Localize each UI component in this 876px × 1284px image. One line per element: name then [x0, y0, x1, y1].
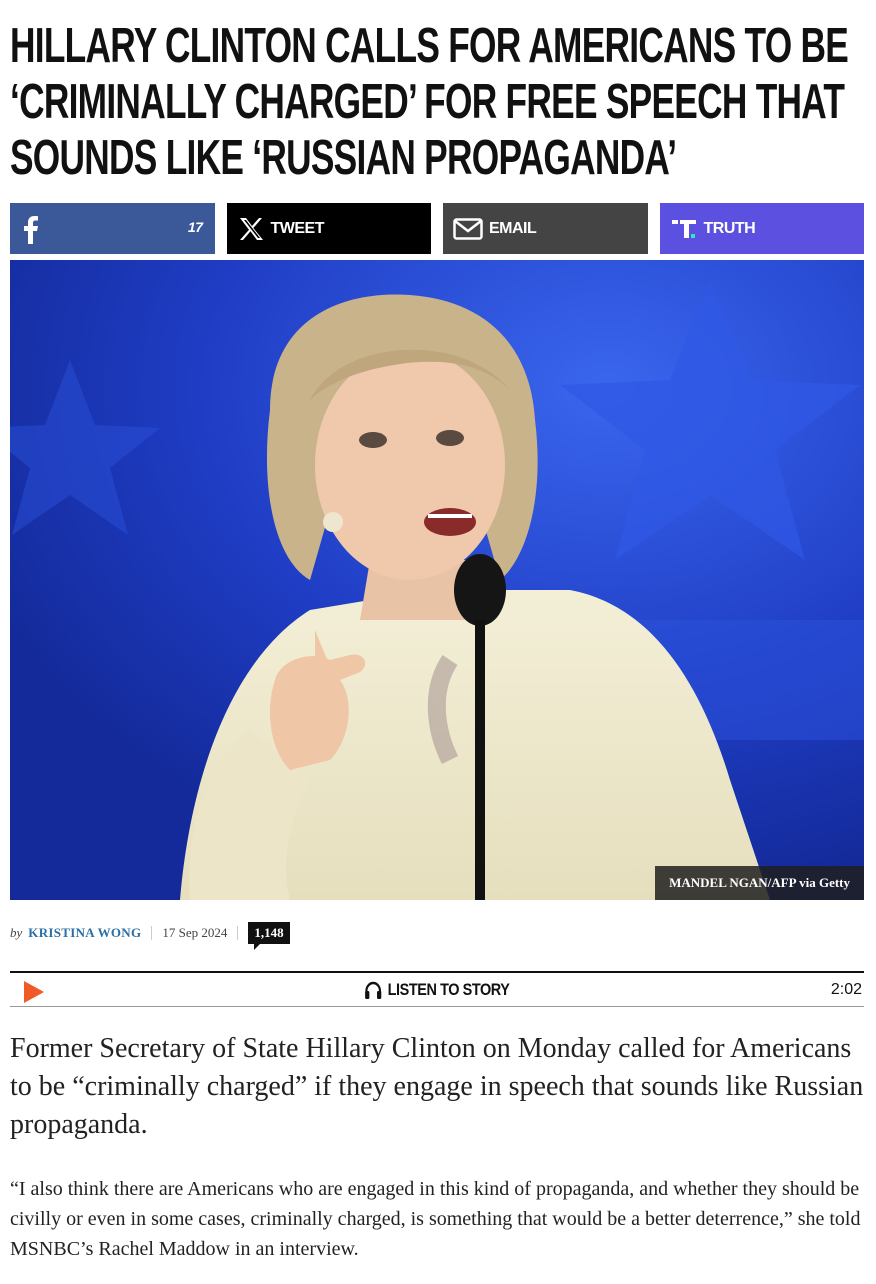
article-headline: HILLARY CLINTON CALLS FOR AMERICANS TO B… — [10, 19, 849, 185]
x-icon — [237, 215, 265, 243]
play-icon[interactable] — [24, 981, 44, 1003]
publish-date: 17 Sep 2024 — [162, 925, 228, 940]
facebook-icon — [20, 214, 40, 244]
listen-label: LISTEN TO STORY — [387, 979, 510, 999]
byline-prefix: by — [10, 925, 23, 940]
truth-share-button[interactable]: TRUTH — [659, 203, 864, 254]
email-label: EMAIL — [489, 219, 537, 237]
article-paragraph: “I also think there are Americans who ar… — [10, 1178, 861, 1260]
article-lede: Former Secretary of State Hillary Clinto… — [10, 1033, 864, 1140]
truth-social-icon — [670, 217, 698, 241]
share-bar: 17 TWEET EMAIL TRUTH — [10, 203, 864, 254]
audio-player: LISTEN TO STORY 2:02 — [10, 971, 864, 1007]
listen-to-story-button[interactable]: LISTEN TO STORY — [364, 980, 510, 1000]
truth-label: TRUTH — [703, 219, 756, 237]
envelope-icon — [453, 217, 483, 240]
byline-divider — [237, 926, 239, 940]
audio-duration: 2:02 — [830, 981, 862, 998]
headphones-icon — [364, 980, 383, 1000]
email-share-button[interactable]: EMAIL — [443, 203, 648, 254]
image-credit: MANDEL NGAN/AFP via Getty — [655, 866, 864, 900]
facebook-share-count: 17 — [187, 219, 203, 235]
comment-count-badge[interactable]: 1,148 — [248, 922, 290, 950]
byline: by KRISTINA WONG 17 Sep 2024 1,148 — [10, 920, 290, 950]
tweet-button[interactable]: TWEET — [226, 203, 431, 254]
article-hero-image: MANDEL NGAN/AFP via Getty — [10, 260, 864, 900]
facebook-share-button[interactable]: 17 — [10, 203, 215, 254]
hero-illustration — [10, 260, 864, 900]
byline-divider — [151, 926, 153, 940]
tweet-label: TWEET — [270, 219, 325, 237]
author-link[interactable]: KRISTINA WONG — [28, 925, 141, 941]
